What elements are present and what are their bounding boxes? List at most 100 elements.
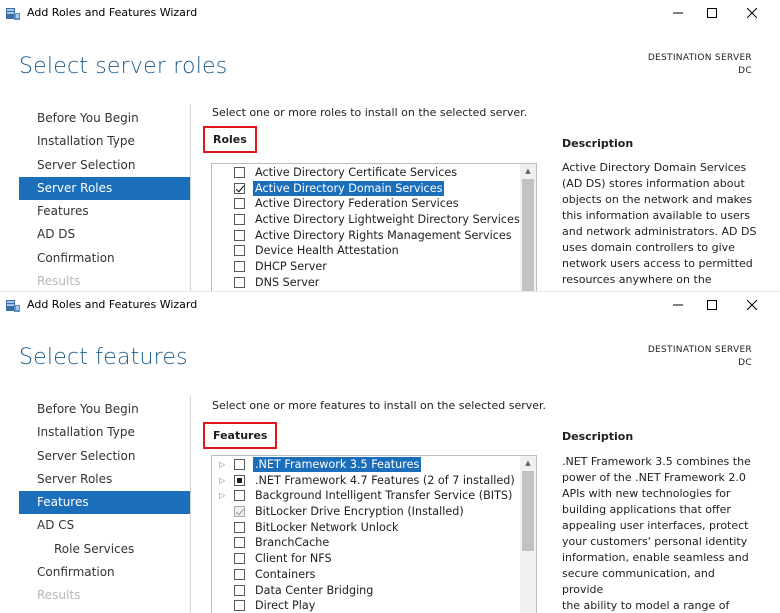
nav-item-before-you-begin[interactable]: Before You Begin — [19, 398, 190, 421]
description-line: the ability to model a range of — [562, 599, 730, 612]
nav-item-results: Results — [37, 588, 81, 603]
nav-item-role-services[interactable]: Role Services — [19, 538, 190, 561]
list-item-label: DHCP Server — [255, 260, 327, 274]
checkbox[interactable] — [234, 568, 245, 580]
list-item-label: Device Health Attestation — [255, 244, 399, 258]
list-item-label: Active Directory Certificate Services — [255, 166, 458, 179]
checkbox[interactable] — [234, 553, 245, 565]
expand-arrow-icon[interactable]: ▷ — [219, 488, 225, 503]
list-item[interactable]: Direct Play — [212, 598, 536, 613]
description-line: APIs with new technologies for — [562, 487, 731, 500]
list-item-label: BitLocker Network Unlock — [255, 520, 399, 534]
checkbox[interactable] — [234, 584, 245, 596]
list-item[interactable]: Active Directory Domain Services — [212, 180, 536, 197]
checkbox[interactable] — [234, 276, 245, 288]
nav-item-before-you-begin[interactable]: Before You Begin — [19, 107, 190, 130]
checkbox[interactable] — [234, 521, 245, 533]
nav-item-ad-cs[interactable]: AD CS — [19, 514, 190, 537]
checkbox[interactable] — [234, 600, 245, 612]
nav-item-features[interactable]: Features — [19, 200, 190, 223]
description-line: appealing user interfaces, protect — [562, 519, 749, 532]
description-line: (AD DS) stores information about — [562, 177, 745, 190]
wizard-nav: Before You Begin Installation Type Server … — [19, 398, 190, 608]
title-bar: Add Roles and Features Wizard — [0, 292, 780, 318]
checkbox[interactable] — [234, 198, 245, 210]
description-line: information, enable seamless and — [562, 551, 749, 564]
expand-arrow-icon[interactable]: ▷ — [219, 457, 225, 472]
list-item[interactable]: BitLocker Drive Encryption (Installed) — [212, 504, 536, 520]
description-line: this information available to users — [562, 209, 750, 222]
checkbox[interactable] — [234, 214, 245, 226]
nav-item-server-selection[interactable]: Server Selection — [19, 154, 190, 177]
list-item[interactable]: Data Center Bridging — [212, 583, 536, 599]
checkbox[interactable] — [234, 261, 245, 273]
list-item[interactable]: Device Health Attestation — [212, 243, 536, 259]
nav-item-server-roles[interactable]: Server Roles — [19, 468, 190, 491]
scroll-up-icon[interactable]: ▲ — [520, 164, 536, 178]
scroll-thumb[interactable] — [522, 471, 534, 551]
destination-label: DESTINATION SERVER — [647, 53, 752, 63]
list-item[interactable]: DNS Server — [212, 275, 536, 291]
checkbox[interactable] — [234, 474, 245, 486]
maximize-button[interactable] — [692, 3, 732, 23]
page-title: Select features — [19, 345, 188, 370]
features-heading: Features — [203, 422, 278, 449]
nav-divider — [190, 104, 191, 292]
features-list[interactable]: ▷ .NET Framework 3.5 Features ▷ .NET Framew… — [211, 455, 537, 613]
checkbox[interactable] — [234, 167, 245, 178]
nav-item-server-roles[interactable]: Server Roles — [19, 176, 190, 201]
list-item[interactable]: BranchCache — [212, 535, 536, 551]
list-item[interactable]: ▷ Background Intelligent Transfer Service… — [212, 488, 536, 504]
description-heading: Description — [562, 430, 634, 443]
list-item-label: Active Directory Lightweight Directory S… — [255, 213, 520, 227]
description-line: objects on the network and makes — [562, 193, 753, 206]
close-button[interactable] — [732, 3, 772, 23]
nav-item-installation-type[interactable]: Installation Type — [19, 421, 190, 444]
instruction-text: Select one or more features to install o… — [212, 399, 547, 412]
list-item[interactable]: ▷ .NET Framework 4.7 Features (2 of 7 ins… — [212, 473, 536, 489]
nav-item-ad-ds[interactable]: AD DS — [19, 223, 190, 246]
checkbox[interactable] — [234, 245, 245, 257]
scroll-up-icon[interactable]: ▲ — [520, 456, 536, 470]
nav-item-installation-type[interactable]: Installation Type — [19, 130, 190, 153]
maximize-button[interactable] — [692, 295, 732, 315]
description-line: .NET Framework 3.5 combines the — [562, 455, 751, 468]
list-item-label: Direct Play — [255, 599, 316, 613]
list-item[interactable]: DHCP Server — [212, 259, 536, 275]
list-item[interactable]: Client for NFS — [212, 551, 536, 567]
list-item-label: Active Directory Federation Services — [255, 197, 459, 211]
list-item-label: .NET Framework 3.5 Features — [253, 457, 422, 472]
list-item[interactable]: Active Directory Certificate Services — [212, 165, 536, 181]
scroll-thumb[interactable] — [522, 179, 534, 292]
title-bar: Add Roles and Features Wizard — [0, 0, 780, 26]
list-item[interactable]: Active Directory Rights Management Servi… — [212, 228, 536, 244]
list-item[interactable]: Active Directory Federation Services — [212, 196, 536, 212]
list-item[interactable]: Containers — [212, 567, 536, 583]
list-item[interactable]: ▷ .NET Framework 3.5 Features — [212, 457, 536, 473]
list-item[interactable]: BitLocker Network Unlock — [212, 520, 536, 536]
close-button[interactable] — [732, 295, 772, 315]
roles-heading: Roles — [203, 126, 257, 153]
checkbox[interactable] — [234, 459, 245, 470]
wizard-window-roles: Add Roles and Features Wizard Select ser… — [0, 0, 780, 292]
description-line: secure communication, and provide — [562, 567, 715, 596]
destination-server: DESTINATION SERVER DC — [648, 344, 752, 370]
checkbox[interactable] — [234, 182, 245, 194]
nav-item-features[interactable]: Features — [19, 491, 190, 515]
list-item-label: Client for NFS — [255, 552, 332, 566]
nav-item-confirmation[interactable]: Confirmation — [19, 247, 190, 270]
instruction-text: Select one or more roles to install on t… — [212, 106, 528, 119]
checkbox[interactable] — [234, 229, 245, 241]
description-heading: Description — [562, 137, 634, 150]
roles-list[interactable]: Active Directory Certificate Services Act… — [211, 163, 537, 292]
checkbox[interactable] — [234, 537, 245, 549]
nav-item-confirmation[interactable]: Confirmation — [19, 561, 190, 584]
nav-item-server-selection[interactable]: Server Selection — [19, 445, 190, 468]
checkbox[interactable] — [234, 490, 245, 502]
expand-arrow-icon[interactable]: ▷ — [219, 473, 225, 488]
roles-scrollbar[interactable]: ▲ — [520, 164, 536, 292]
list-item[interactable]: Active Directory Lightweight Directory S… — [212, 212, 536, 228]
list-item-label: Background Intelligent Transfer Service … — [255, 489, 513, 503]
list-item-label: Containers — [255, 567, 316, 581]
features-scrollbar[interactable]: ▲ — [520, 456, 536, 613]
